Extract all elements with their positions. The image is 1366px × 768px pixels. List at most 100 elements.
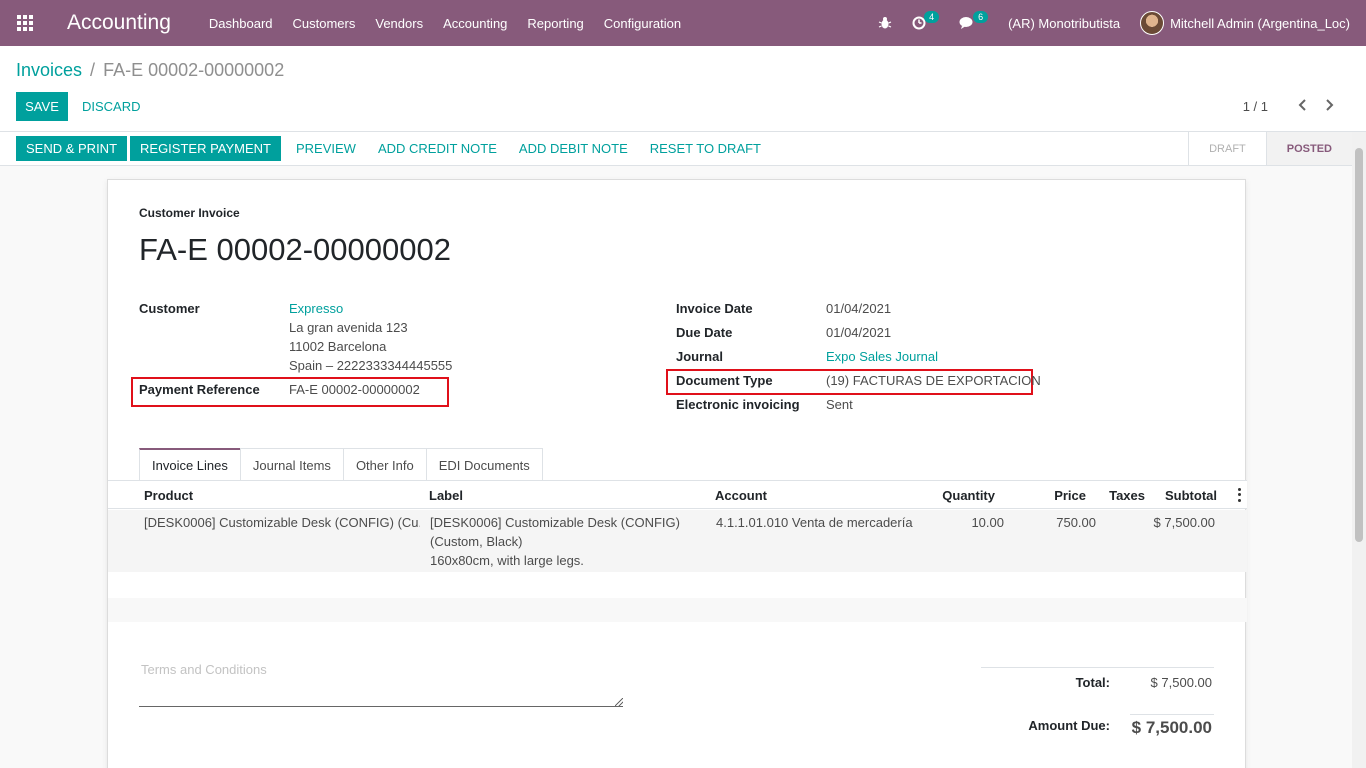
terms-and-conditions-field[interactable]: Terms and Conditions xyxy=(139,662,623,707)
total-label: Total: xyxy=(1075,675,1110,690)
menu-configuration[interactable]: Configuration xyxy=(604,16,681,31)
customer-label: Customer xyxy=(139,301,200,316)
column-account[interactable]: Account xyxy=(715,488,767,503)
menu-accounting[interactable]: Accounting xyxy=(443,16,507,31)
menu-vendors[interactable]: Vendors xyxy=(375,16,423,31)
payment-reference-label: Payment Reference xyxy=(139,382,260,397)
empty-row xyxy=(108,598,1247,622)
table-row[interactable]: [DESK0006] Customizable Desk (CONFIG) (C… xyxy=(108,510,1247,572)
line-quantity[interactable]: 10.00 xyxy=(971,513,1004,532)
chevron-right-icon xyxy=(1326,99,1334,111)
systray: 4 6 (AR) Monotributista Mitchell Admin (… xyxy=(878,0,1366,46)
line-label[interactable]: [DESK0006] Customizable Desk (CONFIG) xyxy=(430,513,680,532)
pager-next-button[interactable] xyxy=(1316,96,1344,117)
totals-divider xyxy=(981,667,1214,668)
pager: 1 / 1 xyxy=(1243,96,1344,117)
pager-previous-button[interactable] xyxy=(1288,96,1316,117)
add-debit-note-button[interactable]: Add Debit Note xyxy=(509,136,638,161)
form-statusbar: Send & Print Register Payment Preview Ad… xyxy=(0,132,1366,166)
company-name: (AR) Monotributista xyxy=(1008,15,1121,31)
stage-posted: Posted xyxy=(1265,132,1352,165)
invoice-lines-header: Product Label Account Quantity Price Tax… xyxy=(108,481,1247,509)
app-title[interactable]: Accounting xyxy=(67,11,171,35)
amount-due-label: Amount Due: xyxy=(1028,718,1110,733)
reset-to-draft-button[interactable]: Reset to Draft xyxy=(640,136,771,161)
breadcrumb: Invoices / FA-E 00002-00000002 xyxy=(16,60,284,81)
total-value: $ 7,500.00 xyxy=(1150,675,1212,690)
customer-address-line: Spain – 2222333344445555 xyxy=(289,358,453,373)
column-price[interactable]: Price xyxy=(1054,488,1086,503)
messages-count-badge: 6 xyxy=(973,11,989,23)
bug-icon xyxy=(878,17,892,29)
resize-grip-icon[interactable] xyxy=(615,698,623,706)
column-subtotal[interactable]: Subtotal xyxy=(1165,488,1217,503)
stage-draft: Draft xyxy=(1188,132,1266,165)
terms-placeholder: Terms and Conditions xyxy=(141,662,267,677)
activities-count-badge: 4 xyxy=(924,11,940,23)
document-type-heading: Customer Invoice xyxy=(139,206,240,220)
chevron-left-icon xyxy=(1298,99,1306,111)
customer-address-line: La gran avenida 123 xyxy=(289,320,408,335)
menu-customers[interactable]: Customers xyxy=(293,16,356,31)
due-date-label: Due Date xyxy=(676,325,733,340)
document-type-field[interactable]: (19) FACTURAS DE EXPORTACION xyxy=(826,373,1041,388)
optional-columns-icon[interactable] xyxy=(1235,487,1243,503)
pager-value[interactable]: 1 / 1 xyxy=(1243,99,1268,114)
column-label[interactable]: Label xyxy=(429,488,463,503)
user-name: Mitchell Admin (Argentina_Loc) xyxy=(1170,15,1350,31)
form-sheet: Customer Invoice FA-E 00002-00000002 Cus… xyxy=(107,179,1247,768)
journal-label: Journal xyxy=(676,349,723,364)
amount-due-value: $ 7,500.00 xyxy=(1131,718,1212,737)
breadcrumb-current: FA-E 00002-00000002 xyxy=(103,60,285,80)
tab-journal-items[interactable]: Journal Items xyxy=(239,448,344,481)
save-button[interactable]: Save xyxy=(16,92,68,121)
main-menu: Dashboard Customers Vendors Accounting R… xyxy=(209,16,701,31)
customer-address-line: 11002 Barcelona xyxy=(289,339,387,354)
register-payment-button[interactable]: Register Payment xyxy=(130,136,281,161)
column-product[interactable]: Product xyxy=(144,488,193,503)
customer-link[interactable]: Expresso xyxy=(289,301,343,316)
line-product[interactable]: [DESK0006] Customizable Desk (CONFIG) (C… xyxy=(144,513,420,532)
app-menu-button[interactable] xyxy=(0,0,50,46)
messages-button[interactable]: 6 xyxy=(959,11,989,30)
line-label[interactable]: 160x80cm, with large legs. xyxy=(430,551,584,570)
statusbar-buttons: Send & Print Register Payment Preview Ad… xyxy=(16,136,771,161)
column-quantity[interactable]: Quantity xyxy=(942,488,995,503)
status-stages: Draft Posted xyxy=(1188,132,1352,165)
notebook-tabs: Invoice Lines Journal Items Other Info E… xyxy=(139,448,543,481)
journal-link[interactable]: Expo Sales Journal xyxy=(826,349,938,364)
breadcrumb-invoices-link[interactable]: Invoices xyxy=(16,60,82,81)
column-taxes[interactable]: Taxes xyxy=(1109,488,1145,503)
payment-reference-field[interactable]: FA-E 00002-00000002 xyxy=(289,382,420,397)
tab-other-info[interactable]: Other Info xyxy=(342,448,427,481)
avatar xyxy=(1140,11,1165,35)
due-date-field[interactable]: 01/04/2021 xyxy=(826,325,891,340)
send-print-button[interactable]: Send & Print xyxy=(16,136,128,161)
activities-button[interactable]: 4 xyxy=(912,11,940,30)
line-subtotal: $ 7,500.00 xyxy=(1153,515,1215,530)
invoice-date-label: Invoice Date xyxy=(676,301,753,316)
preview-button[interactable]: Preview xyxy=(286,136,366,161)
tab-invoice-lines[interactable]: Invoice Lines xyxy=(139,448,241,481)
control-panel: Invoices / FA-E 00002-00000002 Save Disc… xyxy=(0,46,1366,132)
tab-edi-documents[interactable]: EDI Documents xyxy=(425,448,543,481)
line-account[interactable]: 4.1.1.01.010 Venta de mercadería xyxy=(716,513,913,532)
user-menu[interactable]: Mitchell Admin (Argentina_Loc) xyxy=(1140,11,1350,35)
menu-reporting[interactable]: Reporting xyxy=(527,16,583,31)
scrollbar-thumb[interactable] xyxy=(1355,148,1363,542)
debug-button[interactable] xyxy=(878,16,892,30)
breadcrumb-separator: / xyxy=(90,60,96,80)
add-credit-note-button[interactable]: Add Credit Note xyxy=(368,136,507,161)
document-type-label: Document Type xyxy=(676,373,773,388)
line-label[interactable]: (Custom, Black) xyxy=(430,532,522,551)
line-price[interactable]: 750.00 xyxy=(1056,513,1096,532)
vertical-scrollbar[interactable] xyxy=(1352,132,1366,768)
discard-button[interactable]: Discard xyxy=(78,92,145,121)
electronic-invoicing-status: Sent xyxy=(826,397,853,412)
apps-grid-icon xyxy=(17,15,33,31)
menu-dashboard[interactable]: Dashboard xyxy=(209,16,273,31)
invoice-date-field[interactable]: 01/04/2021 xyxy=(826,301,891,316)
amount-due-divider xyxy=(1130,714,1214,715)
invoice-number: FA-E 00002-00000002 xyxy=(139,232,451,267)
company-switcher[interactable]: (AR) Monotributista xyxy=(1008,16,1120,31)
